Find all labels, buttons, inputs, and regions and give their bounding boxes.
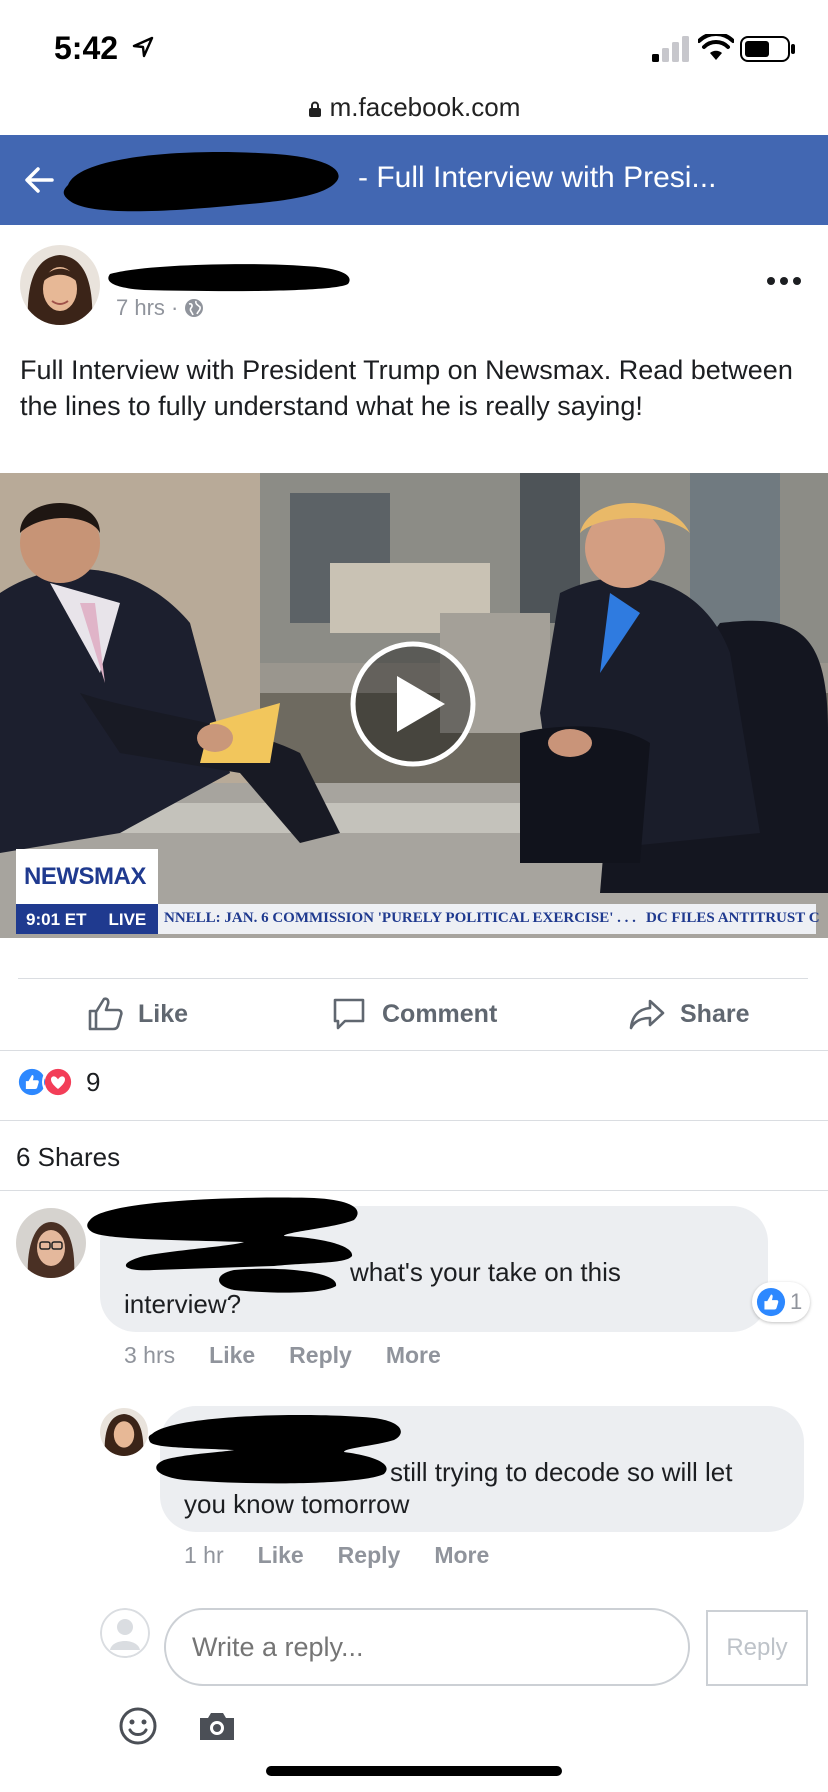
- live-label: LIVE: [108, 910, 147, 929]
- reply-input[interactable]: [164, 1608, 690, 1686]
- post-time: 7 hrs ·: [116, 295, 179, 320]
- reply-submit-button[interactable]: Reply: [706, 1610, 808, 1686]
- like-reaction-icon: [756, 1287, 786, 1317]
- redaction-mark: [148, 1415, 401, 1484]
- comment-meta: 1 hr Like Reply More: [184, 1542, 523, 1569]
- default-avatar-icon: [100, 1608, 150, 1658]
- ticker-text: NNELL: JAN. 6 COMMISSION 'PURELY POLITIC…: [164, 910, 636, 926]
- comment-more-link[interactable]: More: [434, 1542, 489, 1569]
- header-title: - Full Interview with Presi...: [358, 161, 717, 194]
- redaction-mark: [63, 152, 339, 212]
- news-ticker: 9:01 ET LIVE NNELL: JAN. 6 COMMISSION 'PU…: [16, 904, 820, 934]
- post-text: Full Interview with President Trump on N…: [20, 355, 793, 421]
- comment-icon: [333, 998, 365, 1030]
- comment-text-line: interview?: [124, 1289, 242, 1319]
- share-icon: [629, 999, 665, 1030]
- reactions-summary[interactable]: 9: [16, 1066, 100, 1098]
- camera-icon[interactable]: [198, 1710, 236, 1742]
- globe-icon: [185, 299, 204, 317]
- replier-avatar[interactable]: [100, 1408, 148, 1456]
- broadcast-clock: 9:01 ET LIVE: [16, 904, 158, 934]
- back-arrow-icon[interactable]: [22, 163, 56, 197]
- commenter-avatar[interactable]: [16, 1208, 86, 1278]
- like-button[interactable]: Like: [86, 992, 188, 1036]
- home-indicator: [266, 1766, 562, 1776]
- ticker-text-2: DC FILES ANTITRUST C: [646, 910, 820, 926]
- like-label: Like: [138, 999, 189, 1028]
- newsmax-logo: NEWSMAX: [16, 849, 158, 907]
- share-label: Share: [680, 999, 750, 1028]
- comment-text-line: still trying to decode so will let: [390, 1457, 733, 1487]
- play-icon[interactable]: [349, 640, 477, 768]
- battery-icon: [740, 36, 795, 62]
- comment-like-link[interactable]: Like: [258, 1542, 304, 1569]
- comment-like-link[interactable]: Like: [209, 1342, 255, 1369]
- comment-like-count: 1: [790, 1289, 803, 1314]
- share-button[interactable]: Share: [628, 992, 749, 1036]
- comment-text-line: you know tomorrow: [184, 1489, 410, 1519]
- location-arrow-icon: [132, 36, 154, 58]
- emoji-icon[interactable]: [118, 1706, 158, 1746]
- broadcast-time: 9:01 ET: [26, 910, 87, 929]
- comment-like-badge[interactable]: 1: [752, 1282, 811, 1322]
- comment-reply-link[interactable]: Reply: [338, 1542, 401, 1569]
- page-header: - Full Interview with Presi...: [0, 135, 828, 225]
- signal-icon: [652, 36, 689, 62]
- shares-count[interactable]: 6 Shares: [16, 1142, 120, 1173]
- lock-icon: [308, 101, 321, 118]
- status-bar: 5:42: [0, 0, 828, 96]
- author-avatar[interactable]: [20, 245, 100, 325]
- comment-more-link[interactable]: More: [386, 1342, 441, 1369]
- divider: [18, 978, 808, 979]
- reaction-count: 9: [86, 1066, 101, 1097]
- comment-button[interactable]: Comment: [330, 992, 497, 1036]
- more-dots-icon[interactable]: [764, 268, 804, 294]
- redaction-mark: [108, 264, 350, 292]
- divider: [0, 1120, 828, 1121]
- redaction-mark: [87, 1197, 358, 1293]
- address-bar[interactable]: m.facebook.com: [0, 92, 828, 130]
- comment-label: Comment: [382, 999, 498, 1028]
- comment-reply-link[interactable]: Reply: [289, 1342, 352, 1369]
- comment-text-line: what's your take on this: [350, 1257, 621, 1287]
- wifi-icon: [698, 34, 734, 60]
- url-text: m.facebook.com: [329, 92, 521, 122]
- love-reaction-icon: [42, 1066, 74, 1098]
- like-icon: [88, 997, 123, 1031]
- post-meta: 7 hrs ·: [116, 295, 204, 321]
- comment-time: 1 hr: [184, 1542, 224, 1568]
- status-time: 5:42: [54, 30, 119, 66]
- comment-meta: 3 hrs Like Reply More: [124, 1342, 475, 1369]
- comment-time: 3 hrs: [124, 1342, 176, 1368]
- divider: [0, 1050, 828, 1051]
